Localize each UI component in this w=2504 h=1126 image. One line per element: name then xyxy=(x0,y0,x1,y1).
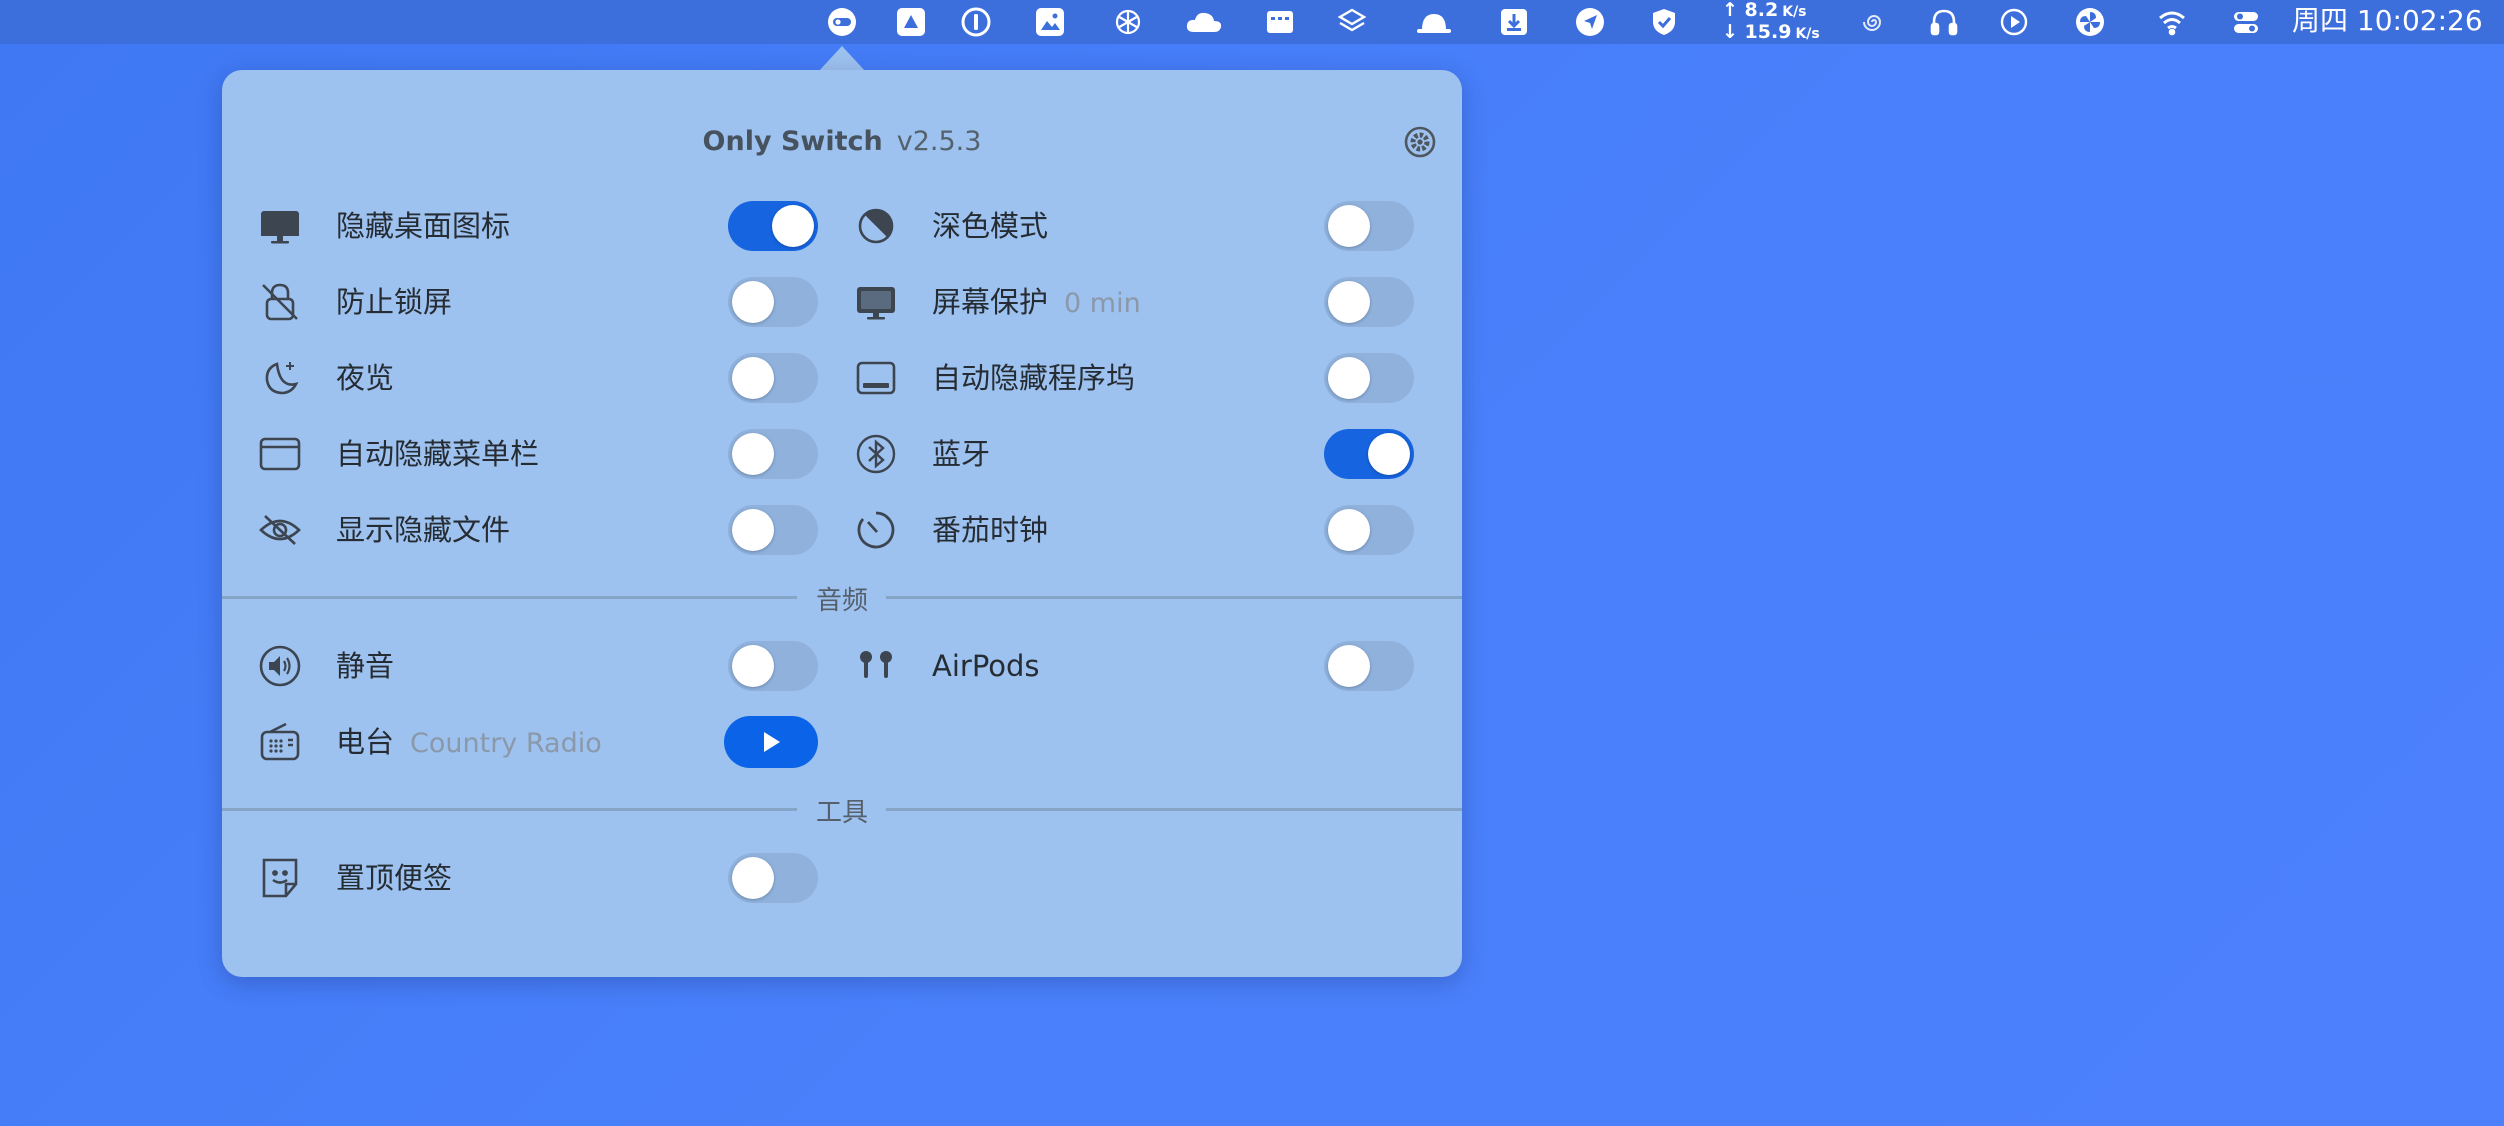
speaker-icon xyxy=(258,644,302,688)
control-center-icon[interactable] xyxy=(2228,4,2264,40)
switch-row-prevent-lock: 防止锁屏 xyxy=(258,272,838,332)
layers-icon[interactable] xyxy=(1334,4,1370,40)
screensaver-delay: 0 min xyxy=(1064,288,1141,319)
app-name: Only Switch xyxy=(702,126,883,157)
pinwheel-icon[interactable] xyxy=(2072,4,2108,40)
gear-icon[interactable] xyxy=(1403,125,1437,159)
switch-row-sticky-note: 置顶便签 xyxy=(258,848,838,908)
shield-check-icon[interactable] xyxy=(1646,4,1682,40)
location-arrow-icon[interactable] xyxy=(1572,4,1608,40)
airpods-toggle[interactable] xyxy=(1324,641,1414,691)
auto-hide-menubar-toggle[interactable] xyxy=(728,429,818,479)
upload-speed: ↑ 8.2 K/s xyxy=(1722,0,1807,21)
switch-row-airpods: AirPods xyxy=(854,636,1434,696)
bluetooth-icon xyxy=(854,432,898,476)
switch-row-pomodoro: 番茄时钟 xyxy=(854,500,1434,560)
openai-icon[interactable] xyxy=(1110,4,1146,40)
night-shift-toggle[interactable] xyxy=(728,353,818,403)
hide-desktop-icons-toggle[interactable] xyxy=(728,201,818,251)
lock-slash-icon xyxy=(258,280,302,324)
screensaver-toggle[interactable] xyxy=(1324,277,1414,327)
switch-label: 隐藏桌面图标 xyxy=(336,209,511,243)
sticky-note-toggle[interactable] xyxy=(728,853,818,903)
switch-label: 屏幕保护 0 min xyxy=(932,285,1141,319)
network-speed-monitor[interactable]: ↑ 8.2 K/s ↓ 15.9 K/s xyxy=(1722,0,1820,44)
switch-label: 电台 Country Radio xyxy=(336,725,602,759)
show-hidden-files-toggle[interactable] xyxy=(728,505,818,555)
monitor-icon xyxy=(258,204,302,248)
dark-mode-icon xyxy=(854,204,898,248)
section-title: 音频 xyxy=(815,586,868,616)
hat-icon[interactable] xyxy=(1412,4,1456,40)
radio-play-button[interactable] xyxy=(724,716,818,768)
only-switch-popover: Only Switch v2.5.3 隐藏桌面图标 防止锁屏 夜览 自动隐藏菜单栏 xyxy=(222,70,1462,977)
switch-row-auto-hide-dock: 自动隐藏程序坞 xyxy=(854,348,1434,408)
cloud-icon[interactable] xyxy=(1182,4,1226,40)
dock-icon xyxy=(854,356,898,400)
switch-row-screensaver: 屏幕保护 0 min xyxy=(854,272,1434,332)
window-manager-icon[interactable] xyxy=(1262,4,1298,40)
google-drive-icon[interactable] xyxy=(893,4,929,40)
radio-icon xyxy=(258,720,302,764)
switch-row-auto-hide-menubar: 自动隐藏菜单栏 xyxy=(258,424,838,484)
menu-bar: ↑ 8.2 K/s ↓ 15.9 K/s 周四 10:02:26 xyxy=(0,0,2504,44)
switch-label: 蓝牙 xyxy=(932,437,991,471)
bluetooth-toggle[interactable] xyxy=(1324,429,1414,479)
switch-label: 自动隐藏程序坞 xyxy=(932,361,1136,395)
switch-label: 番茄时钟 xyxy=(932,513,1049,547)
menubar-window-icon xyxy=(258,432,302,476)
switch-label: 深色模式 xyxy=(932,209,1049,243)
auto-hide-dock-toggle[interactable] xyxy=(1324,353,1414,403)
radio-station: Country Radio xyxy=(410,728,602,759)
tools-section-header: 工具 xyxy=(222,794,1462,828)
spiral-icon[interactable] xyxy=(1856,4,1892,40)
image-viewer-icon[interactable] xyxy=(1032,4,1068,40)
switch-label: 防止锁屏 xyxy=(336,285,453,319)
switch-label: 夜览 xyxy=(336,361,395,395)
switch-label: 静音 xyxy=(336,649,395,683)
download-icon[interactable] xyxy=(1496,4,1532,40)
popover-arrow xyxy=(818,46,866,72)
app-version: v2.5.3 xyxy=(896,126,982,157)
airpods-icon xyxy=(854,644,898,688)
headphones-icon[interactable] xyxy=(1926,4,1962,40)
switch-row-bluetooth: 蓝牙 xyxy=(854,424,1434,484)
switch-label: 置顶便签 xyxy=(336,861,453,895)
menubar-clock[interactable]: 周四 10:02:26 xyxy=(2292,0,2483,44)
switch-row-show-hidden-files: 显示隐藏文件 xyxy=(258,500,838,560)
popover-title: Only Switch v2.5.3 xyxy=(222,126,1462,157)
sticky-note-icon xyxy=(258,856,302,900)
mute-toggle[interactable] xyxy=(728,641,818,691)
wifi-icon[interactable] xyxy=(2154,4,2190,40)
play-icon xyxy=(764,732,780,752)
switch-row-radio: 电台 Country Radio xyxy=(258,712,838,772)
section-title: 工具 xyxy=(815,798,868,828)
switch-row-dark-mode: 深色模式 xyxy=(854,196,1434,256)
eye-slash-icon xyxy=(258,508,302,552)
switch-label: AirPods xyxy=(932,649,1040,683)
onepassword-icon[interactable] xyxy=(958,4,994,40)
download-speed: ↓ 15.9 K/s xyxy=(1722,21,1820,43)
display-icon xyxy=(854,280,898,324)
switch-row-night-shift: 夜览 xyxy=(258,348,838,408)
timer-icon xyxy=(854,508,898,552)
only-switch-icon[interactable] xyxy=(824,4,860,40)
switch-label: 显示隐藏文件 xyxy=(336,513,511,547)
play-circle-icon[interactable] xyxy=(1996,4,2032,40)
switch-label: 自动隐藏菜单栏 xyxy=(336,437,540,471)
switch-row-mute: 静音 xyxy=(258,636,838,696)
prevent-lock-toggle[interactable] xyxy=(728,277,818,327)
pomodoro-toggle[interactable] xyxy=(1324,505,1414,555)
dark-mode-toggle[interactable] xyxy=(1324,201,1414,251)
audio-section-header: 音频 xyxy=(222,582,1462,616)
switch-row-hide-desktop-icons: 隐藏桌面图标 xyxy=(258,196,838,256)
moon-stars-icon xyxy=(258,356,302,400)
